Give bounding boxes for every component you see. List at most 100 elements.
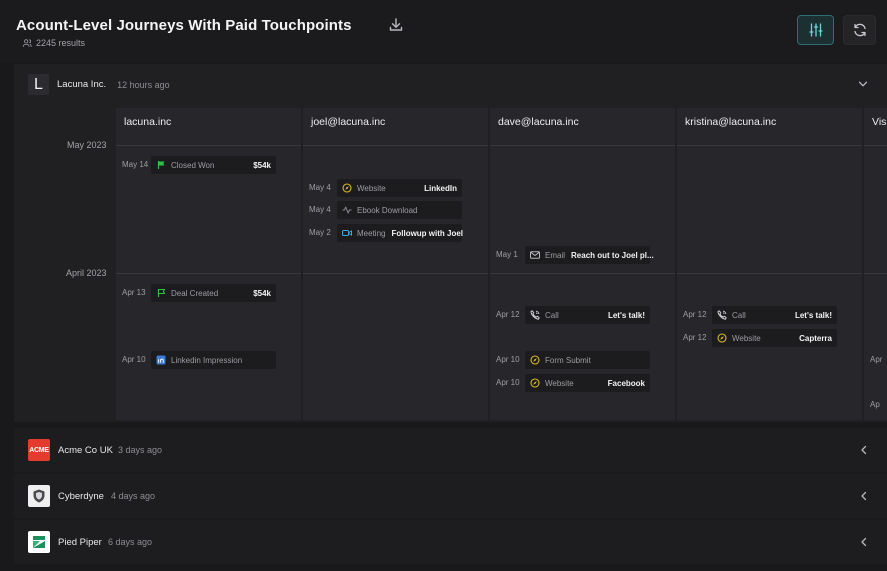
acme-logo-text: ACME xyxy=(29,446,49,454)
event-chip[interactable]: Website Capterra xyxy=(712,329,837,347)
month-divider xyxy=(116,273,301,274)
event-type: Call xyxy=(732,310,746,320)
event-date: Apr 13 xyxy=(122,288,146,297)
account-time: 6 days ago xyxy=(108,537,153,547)
chevron-down-icon[interactable] xyxy=(858,79,868,89)
account-row-acme[interactable]: ACME Acme Co UK 3 days ago xyxy=(14,428,887,472)
journey-column: kristina@lacuna.inc Apr 12 Call Let's talk!… xyxy=(677,108,862,420)
account-name: Lacuna Inc. xyxy=(57,79,107,90)
account-time: 3 days ago xyxy=(118,445,163,455)
refresh-icon xyxy=(853,23,866,37)
activity-icon xyxy=(342,205,352,215)
event-type: Website xyxy=(357,183,386,193)
timeline-event[interactable]: Apr 12 Call Let's talk! xyxy=(496,306,671,324)
month-divider xyxy=(490,273,675,274)
timeline-event[interactable]: Apr 10 Form Submit xyxy=(496,351,671,369)
journey-timeline[interactable]: lacuna.inc May 14 Closed Won $54k Apr 13 Deal… xyxy=(116,108,887,420)
month-divider xyxy=(864,273,887,274)
event-chip[interactable]: Form Submit xyxy=(525,351,650,369)
filter-settings-button[interactable] xyxy=(797,15,834,45)
event-date: Apr 10 xyxy=(496,355,520,364)
timeline-event[interactable]: May 1 Email Reach out to Joel pl... xyxy=(496,246,671,264)
month-label: May 2023 xyxy=(67,140,107,150)
event-chip[interactable]: Deal Created $54k xyxy=(151,284,276,302)
timeline-event[interactable]: May 4 Ebook Download xyxy=(309,201,484,219)
column-header: joel@lacuna.inc xyxy=(303,108,488,146)
account-header[interactable]: L Lacuna Inc. 12 hours ago xyxy=(28,74,170,95)
event-chip[interactable]: Email Reach out to Joel pl... xyxy=(525,246,654,264)
timeline-event[interactable]: Ap xyxy=(870,396,887,414)
event-chip[interactable]: Call Let's talk! xyxy=(525,306,650,324)
column-header: kristina@lacuna.inc xyxy=(677,108,862,146)
flag-icon xyxy=(156,160,166,170)
page-title: Acount-Level Journeys With Paid Touchpoi… xyxy=(16,17,352,34)
event-chip[interactable]: Meeting Followup with Joel xyxy=(337,224,463,242)
event-type: Website xyxy=(545,378,574,388)
month-label: April 2023 xyxy=(66,268,107,278)
event-date: Ap xyxy=(870,400,880,409)
phone-icon xyxy=(717,310,727,320)
event-date: May 14 xyxy=(122,160,149,169)
pied-piper-logo-icon xyxy=(33,536,45,548)
mail-icon xyxy=(530,250,540,260)
journey-column: joel@lacuna.inc May 4 Website LinkedIn May 4… xyxy=(303,108,488,420)
event-chip[interactable]: Closed Won $54k xyxy=(151,156,276,174)
event-value: Capterra xyxy=(799,333,832,343)
compass-icon xyxy=(342,183,352,193)
event-type: Deal Created xyxy=(171,288,219,298)
column-header: lacuna.inc xyxy=(116,108,301,146)
event-date: May 1 xyxy=(496,250,518,259)
event-chip[interactable]: Ebook Download xyxy=(337,201,462,219)
month-divider xyxy=(303,273,488,274)
event-chip[interactable]: Website Facebook xyxy=(525,374,650,392)
timeline-event[interactable]: Apr 12 Call Let's talk! xyxy=(683,306,858,324)
month-divider xyxy=(677,273,862,274)
account-time: 12 hours ago xyxy=(117,79,170,90)
event-type: Ebook Download xyxy=(357,205,418,215)
event-date: May 2 xyxy=(309,228,331,237)
column-title: Vis xyxy=(872,116,887,128)
account-logo: L xyxy=(28,74,49,95)
event-value: Let's talk! xyxy=(794,310,832,320)
event-date: Apr 10 xyxy=(496,378,520,387)
timeline-event[interactable]: May 2 Meeting Followup with Joel xyxy=(309,224,484,242)
journey-column: dave@lacuna.inc May 1 Email Reach out to Jo… xyxy=(490,108,675,420)
account-row-cyberdyne[interactable]: Cyberdyne 4 days ago xyxy=(14,474,887,518)
results-label: 2245 results xyxy=(36,38,86,48)
timeline-event[interactable]: Apr 10 Linkedin Impression xyxy=(122,351,297,369)
compass-icon xyxy=(717,333,727,343)
event-date: Apr xyxy=(870,355,883,364)
compass-icon xyxy=(530,378,540,388)
account-name: Cyberdyne xyxy=(58,491,104,502)
sliders-icon xyxy=(808,23,823,37)
timeline-event[interactable]: Apr 13 Deal Created $54k xyxy=(122,284,297,302)
event-chip[interactable]: Linkedin Impression xyxy=(151,351,276,369)
column-title: dave@lacuna.inc xyxy=(498,116,579,128)
timeline-event[interactable]: Apr 10 Website Facebook xyxy=(496,374,671,392)
download-icon[interactable] xyxy=(388,17,404,33)
timeline-event[interactable]: Apr xyxy=(870,351,887,369)
refresh-button[interactable] xyxy=(843,15,876,45)
event-type: Linkedin Impression xyxy=(171,355,243,365)
chevron-left-icon[interactable] xyxy=(859,491,869,501)
chevron-left-icon[interactable] xyxy=(859,445,869,455)
users-icon xyxy=(22,39,32,47)
chevron-left-icon[interactable] xyxy=(859,537,869,547)
event-type: Email xyxy=(545,250,566,260)
account-time: 4 days ago xyxy=(111,491,156,501)
event-chip[interactable]: Website LinkedIn xyxy=(337,179,462,197)
event-date: Apr 12 xyxy=(683,333,707,342)
timeline-event[interactable]: May 4 Website LinkedIn xyxy=(309,179,484,197)
account-name: Acme Co UK xyxy=(58,445,113,456)
event-type: Website xyxy=(732,333,761,343)
account-row-pied-piper[interactable]: Pied Piper 6 days ago xyxy=(14,520,887,564)
column-header: dave@lacuna.inc xyxy=(490,108,675,146)
event-chip[interactable]: Call Let's talk! xyxy=(712,306,837,324)
event-value: $54k xyxy=(253,288,271,298)
column-title: lacuna.inc xyxy=(124,116,172,128)
timeline-event[interactable]: May 14 Closed Won $54k xyxy=(122,156,297,174)
event-value: Reach out to Joel pl... xyxy=(571,250,654,260)
flag-outline-icon xyxy=(156,288,166,298)
journey-column: Vis Apr Ap xyxy=(864,108,887,420)
timeline-event[interactable]: Apr 12 Website Capterra xyxy=(683,329,858,347)
